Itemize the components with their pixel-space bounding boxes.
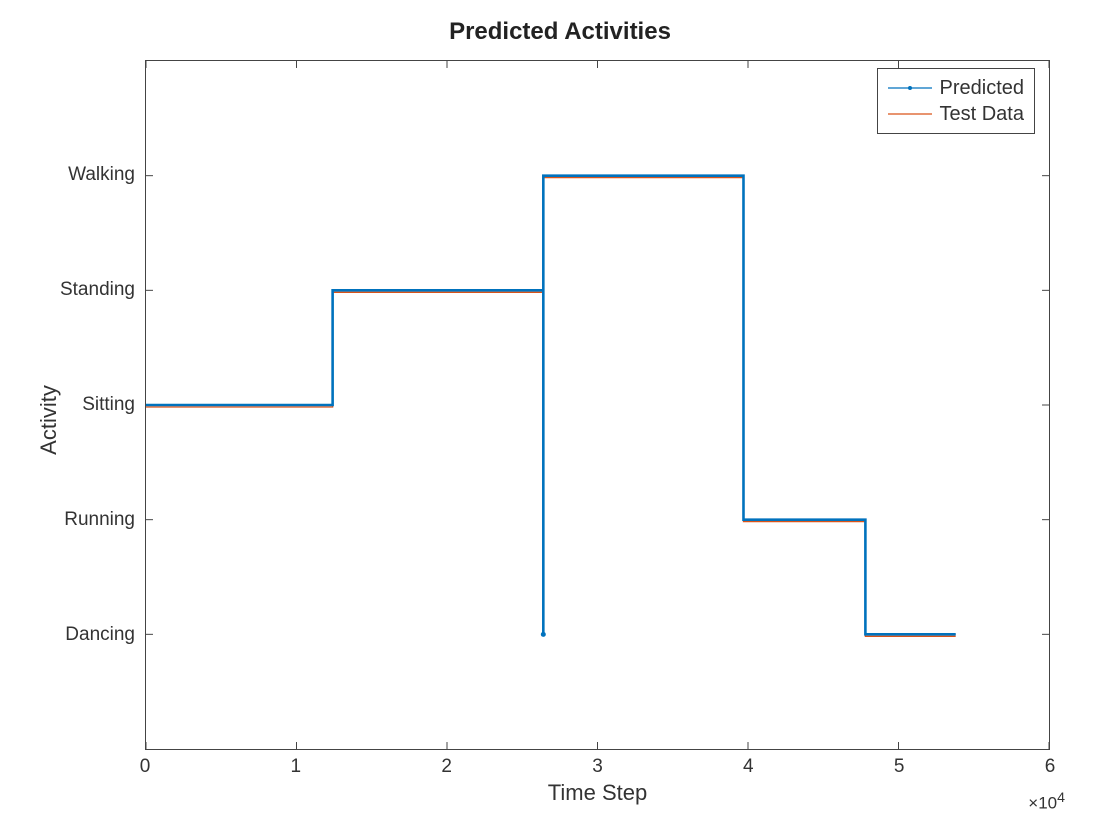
legend: Predicted Test Data	[877, 68, 1036, 134]
chart-figure: Predicted Activities Activity Time Step …	[0, 0, 1120, 840]
legend-entry-testdata: Test Data	[888, 101, 1025, 127]
x-tick-0: 0	[140, 756, 151, 778]
legend-swatch-testdata	[888, 107, 932, 121]
x-tick-4: 4	[743, 756, 754, 778]
legend-label-predicted: Predicted	[940, 77, 1025, 100]
y-tick-dancing: Dancing	[65, 624, 135, 646]
legend-label-testdata: Test Data	[940, 103, 1024, 126]
legend-entry-predicted: Predicted	[888, 75, 1025, 101]
legend-swatch-predicted	[888, 81, 932, 95]
plot-svg	[146, 61, 1049, 749]
x-axis-label: Time Step	[145, 780, 1050, 806]
x-tick-1: 1	[291, 756, 302, 778]
x-tick-3: 3	[592, 756, 603, 778]
plot-area	[145, 60, 1050, 750]
chart-title: Predicted Activities	[0, 18, 1120, 46]
x-exponent-power: 4	[1057, 790, 1065, 806]
y-tick-walking: Walking	[68, 164, 135, 186]
x-tick-2: 2	[441, 756, 452, 778]
y-tick-standing: Standing	[60, 279, 135, 301]
x-exponent-label: ×104	[1028, 790, 1065, 814]
x-tick-6: 6	[1045, 756, 1056, 778]
y-tick-sitting: Sitting	[82, 394, 135, 416]
x-tick-5: 5	[894, 756, 905, 778]
x-exponent-base: ×10	[1028, 794, 1057, 813]
y-tick-running: Running	[64, 509, 135, 531]
y-axis-label: Activity	[36, 385, 62, 455]
